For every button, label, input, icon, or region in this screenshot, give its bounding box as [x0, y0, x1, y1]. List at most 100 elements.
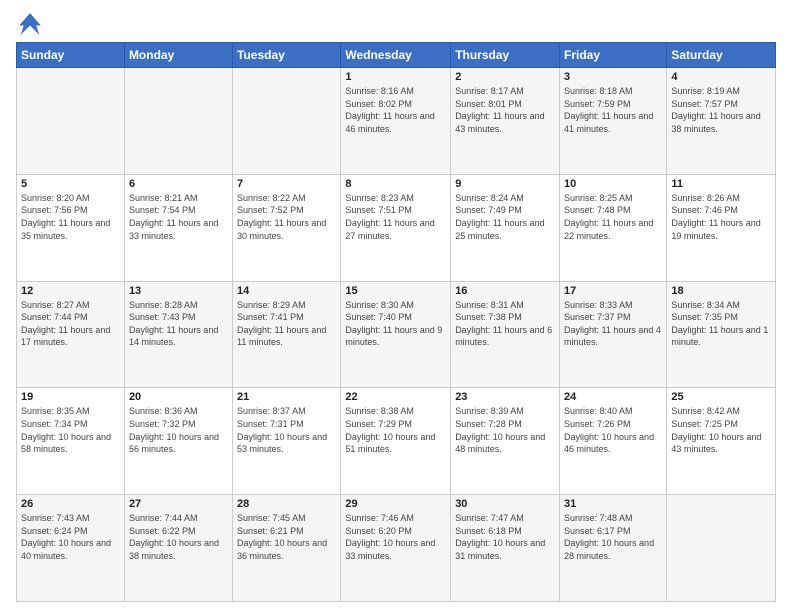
table-row: 9 Sunrise: 8:24 AM Sunset: 7:49 PM Daylig… — [451, 174, 560, 281]
day-number: 27 — [129, 498, 228, 510]
day-number: 28 — [237, 498, 336, 510]
calendar-week-row: 5 Sunrise: 8:20 AM Sunset: 7:56 PM Daylig… — [17, 174, 776, 281]
day-info: Sunrise: 8:36 AM Sunset: 7:32 PM Dayligh… — [129, 405, 228, 455]
day-info: Sunrise: 7:47 AM Sunset: 6:18 PM Dayligh… — [455, 512, 555, 562]
day-info: Sunrise: 8:26 AM Sunset: 7:46 PM Dayligh… — [671, 192, 771, 242]
table-row: 28 Sunrise: 7:45 AM Sunset: 6:21 PM Dayli… — [233, 495, 341, 602]
table-row: 23 Sunrise: 8:39 AM Sunset: 7:28 PM Dayli… — [451, 388, 560, 495]
day-number: 29 — [345, 498, 446, 510]
table-row: 16 Sunrise: 8:31 AM Sunset: 7:38 PM Dayli… — [451, 281, 560, 388]
table-row: 26 Sunrise: 7:43 AM Sunset: 6:24 PM Dayli… — [17, 495, 125, 602]
day-info: Sunrise: 8:37 AM Sunset: 7:31 PM Dayligh… — [237, 405, 336, 455]
day-number: 5 — [21, 178, 120, 190]
calendar-week-row: 19 Sunrise: 8:35 AM Sunset: 7:34 PM Dayli… — [17, 388, 776, 495]
day-number: 11 — [671, 178, 771, 190]
header — [16, 10, 776, 38]
col-tuesday: Tuesday — [233, 43, 341, 68]
day-info: Sunrise: 8:16 AM Sunset: 8:02 PM Dayligh… — [345, 85, 446, 135]
day-info: Sunrise: 8:35 AM Sunset: 7:34 PM Dayligh… — [21, 405, 120, 455]
day-number: 8 — [345, 178, 446, 190]
page: Sunday Monday Tuesday Wednesday Thursday… — [0, 0, 792, 612]
day-info: Sunrise: 8:29 AM Sunset: 7:41 PM Dayligh… — [237, 299, 336, 349]
table-row: 12 Sunrise: 8:27 AM Sunset: 7:44 PM Dayli… — [17, 281, 125, 388]
day-number: 31 — [564, 498, 662, 510]
col-saturday: Saturday — [667, 43, 776, 68]
day-number: 4 — [671, 71, 771, 83]
day-info: Sunrise: 8:30 AM Sunset: 7:40 PM Dayligh… — [345, 299, 446, 349]
table-row: 2Sunrise: 8:17 AM Sunset: 8:01 PM Daylig… — [451, 68, 560, 175]
day-number: 26 — [21, 498, 120, 510]
day-number: 22 — [345, 391, 446, 403]
table-row — [233, 68, 341, 175]
col-wednesday: Wednesday — [341, 43, 451, 68]
table-row: 19 Sunrise: 8:35 AM Sunset: 7:34 PM Dayli… — [17, 388, 125, 495]
day-info: Sunrise: 8:39 AM Sunset: 7:28 PM Dayligh… — [455, 405, 555, 455]
table-row: 5 Sunrise: 8:20 AM Sunset: 7:56 PM Daylig… — [17, 174, 125, 281]
col-monday: Monday — [124, 43, 232, 68]
day-number: 19 — [21, 391, 120, 403]
day-info: Sunrise: 8:33 AM Sunset: 7:37 PM Dayligh… — [564, 299, 662, 349]
table-row — [124, 68, 232, 175]
day-info: Sunrise: 7:44 AM Sunset: 6:22 PM Dayligh… — [129, 512, 228, 562]
day-info: Sunrise: 8:24 AM Sunset: 7:49 PM Dayligh… — [455, 192, 555, 242]
calendar-table: Sunday Monday Tuesday Wednesday Thursday… — [16, 42, 776, 602]
day-number: 14 — [237, 285, 336, 297]
day-number: 16 — [455, 285, 555, 297]
day-number: 9 — [455, 178, 555, 190]
calendar-week-row: 12 Sunrise: 8:27 AM Sunset: 7:44 PM Dayli… — [17, 281, 776, 388]
day-info: Sunrise: 8:22 AM Sunset: 7:52 PM Dayligh… — [237, 192, 336, 242]
table-row: 3 Sunrise: 8:18 AM Sunset: 7:59 PM Daylig… — [560, 68, 667, 175]
table-row: 6Sunrise: 8:21 AM Sunset: 7:54 PM Daylig… — [124, 174, 232, 281]
day-info: Sunrise: 8:23 AM Sunset: 7:51 PM Dayligh… — [345, 192, 446, 242]
day-number: 13 — [129, 285, 228, 297]
day-number: 7 — [237, 178, 336, 190]
table-row — [17, 68, 125, 175]
day-info: Sunrise: 8:40 AM Sunset: 7:26 PM Dayligh… — [564, 405, 662, 455]
table-row: 31Sunrise: 7:48 AM Sunset: 6:17 PM Dayli… — [560, 495, 667, 602]
col-sunday: Sunday — [17, 43, 125, 68]
table-row: 13 Sunrise: 8:28 AM Sunset: 7:43 PM Dayli… — [124, 281, 232, 388]
col-thursday: Thursday — [451, 43, 560, 68]
day-number: 30 — [455, 498, 555, 510]
day-number: 21 — [237, 391, 336, 403]
day-number: 3 — [564, 71, 662, 83]
day-info: Sunrise: 8:18 AM Sunset: 7:59 PM Dayligh… — [564, 85, 662, 135]
day-number: 15 — [345, 285, 446, 297]
table-row: 17Sunrise: 8:33 AM Sunset: 7:37 PM Dayli… — [560, 281, 667, 388]
table-row: 10 Sunrise: 8:25 AM Sunset: 7:48 PM Dayli… — [560, 174, 667, 281]
day-number: 20 — [129, 391, 228, 403]
logo — [16, 10, 48, 38]
day-number: 12 — [21, 285, 120, 297]
day-number: 18 — [671, 285, 771, 297]
day-info: Sunrise: 8:25 AM Sunset: 7:48 PM Dayligh… — [564, 192, 662, 242]
day-info: Sunrise: 8:28 AM Sunset: 7:43 PM Dayligh… — [129, 299, 228, 349]
calendar-week-row: 1 Sunrise: 8:16 AM Sunset: 8:02 PM Daylig… — [17, 68, 776, 175]
table-row: 14 Sunrise: 8:29 AM Sunset: 7:41 PM Dayli… — [233, 281, 341, 388]
calendar-header-row: Sunday Monday Tuesday Wednesday Thursday… — [17, 43, 776, 68]
day-number: 1 — [345, 71, 446, 83]
day-info: Sunrise: 8:20 AM Sunset: 7:56 PM Dayligh… — [21, 192, 120, 242]
table-row: 29 Sunrise: 7:46 AM Sunset: 6:20 PM Dayli… — [341, 495, 451, 602]
table-row: 21 Sunrise: 8:37 AM Sunset: 7:31 PM Dayli… — [233, 388, 341, 495]
table-row: 15 Sunrise: 8:30 AM Sunset: 7:40 PM Dayli… — [341, 281, 451, 388]
day-info: Sunrise: 7:45 AM Sunset: 6:21 PM Dayligh… — [237, 512, 336, 562]
table-row: 30 Sunrise: 7:47 AM Sunset: 6:18 PM Dayli… — [451, 495, 560, 602]
table-row: 11 Sunrise: 8:26 AM Sunset: 7:46 PM Dayli… — [667, 174, 776, 281]
day-number: 6 — [129, 178, 228, 190]
table-row: 24Sunrise: 8:40 AM Sunset: 7:26 PM Dayli… — [560, 388, 667, 495]
day-number: 10 — [564, 178, 662, 190]
day-number: 23 — [455, 391, 555, 403]
logo-icon — [16, 10, 44, 38]
day-number: 2 — [455, 71, 555, 83]
day-info: Sunrise: 8:27 AM Sunset: 7:44 PM Dayligh… — [21, 299, 120, 349]
table-row: 25Sunrise: 8:42 AM Sunset: 7:25 PM Dayli… — [667, 388, 776, 495]
day-info: Sunrise: 8:34 AM Sunset: 7:35 PM Dayligh… — [671, 299, 771, 349]
table-row: 22Sunrise: 8:38 AM Sunset: 7:29 PM Dayli… — [341, 388, 451, 495]
table-row: 27 Sunrise: 7:44 AM Sunset: 6:22 PM Dayli… — [124, 495, 232, 602]
day-info: Sunrise: 7:43 AM Sunset: 6:24 PM Dayligh… — [21, 512, 120, 562]
day-info: Sunrise: 8:42 AM Sunset: 7:25 PM Dayligh… — [671, 405, 771, 455]
table-row — [667, 495, 776, 602]
day-info: Sunrise: 7:46 AM Sunset: 6:20 PM Dayligh… — [345, 512, 446, 562]
day-info: Sunrise: 8:31 AM Sunset: 7:38 PM Dayligh… — [455, 299, 555, 349]
table-row: 7 Sunrise: 8:22 AM Sunset: 7:52 PM Daylig… — [233, 174, 341, 281]
